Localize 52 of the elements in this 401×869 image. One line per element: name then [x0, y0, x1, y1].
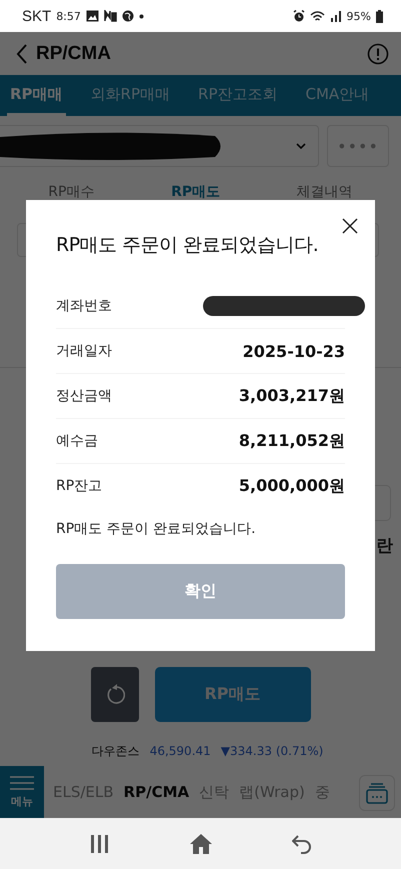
- sub-tab[interactable]: RP매수: [48, 183, 94, 201]
- page-title: RP/CMA: [36, 42, 112, 64]
- info-icon[interactable]: [367, 42, 389, 64]
- sell-button[interactable]: RP매도: [154, 667, 310, 722]
- reset-button[interactable]: [90, 667, 138, 722]
- index-value: 46,590.41: [150, 744, 211, 758]
- close-icon[interactable]: [342, 218, 358, 234]
- tab[interactable]: CMA안내: [302, 75, 372, 116]
- sub-tab[interactable]: RP매도: [171, 183, 220, 201]
- nav-item[interactable]: RP/CMA: [124, 783, 190, 801]
- detail-value: 8,211,052원: [238, 430, 345, 452]
- detail-label: 계좌번호: [56, 297, 112, 315]
- password-button[interactable]: ••••: [327, 125, 389, 167]
- recent-apps-icon[interactable]: [90, 834, 110, 854]
- menu-label: 메뉴: [11, 794, 33, 808]
- menu-button[interactable]: 메뉴: [0, 766, 44, 818]
- confirm-button[interactable]: 확인: [56, 564, 345, 619]
- detail-label: 정산금액: [56, 387, 112, 405]
- app-icon: [104, 10, 117, 22]
- image-icon: [86, 10, 99, 22]
- dialog-title: RP매도 주문이 완료되었습니다.: [56, 233, 320, 258]
- tab[interactable]: RP잔고조회: [195, 75, 280, 116]
- menu-icon: [10, 776, 34, 790]
- detail-label: RP잔고: [56, 477, 102, 495]
- index-change: ▼334.33 (0.71%): [220, 744, 324, 758]
- back-icon[interactable]: [292, 834, 312, 854]
- wallet-icon: [366, 782, 388, 804]
- battery-icon: [376, 10, 383, 22]
- caret-icon: [296, 143, 306, 149]
- index-name: 다우존스: [92, 742, 140, 760]
- field-label: 란: [376, 536, 393, 556]
- sub-tab[interactable]: 체결내역: [296, 183, 353, 201]
- alarm-icon: [292, 10, 305, 22]
- home-icon[interactable]: [188, 832, 212, 854]
- wifi-icon: [310, 10, 325, 22]
- battery-percent: 95%: [346, 10, 371, 22]
- detail-value: 3,003,217원: [238, 386, 345, 406]
- back-icon[interactable]: [16, 44, 28, 64]
- detail-label: 거래일자: [56, 342, 112, 360]
- detail-value: 2025-10-23: [242, 342, 345, 360]
- carrier-name: SKT: [22, 8, 52, 24]
- wallet-button[interactable]: [359, 775, 395, 811]
- detail-value: 5,000,000원: [238, 476, 345, 496]
- dialog-message: RP매도 주문이 완료되었습니다.: [56, 520, 257, 538]
- clock-time: 8:57: [56, 10, 81, 22]
- dot-icon: [138, 14, 144, 18]
- tab[interactable]: 외화RP매매: [88, 75, 174, 116]
- signal-icon: [330, 10, 342, 22]
- detail-label: 예수금: [56, 432, 98, 450]
- globe-icon: [122, 10, 134, 22]
- refresh-icon: [104, 684, 124, 706]
- account-select[interactable]: [0, 125, 319, 167]
